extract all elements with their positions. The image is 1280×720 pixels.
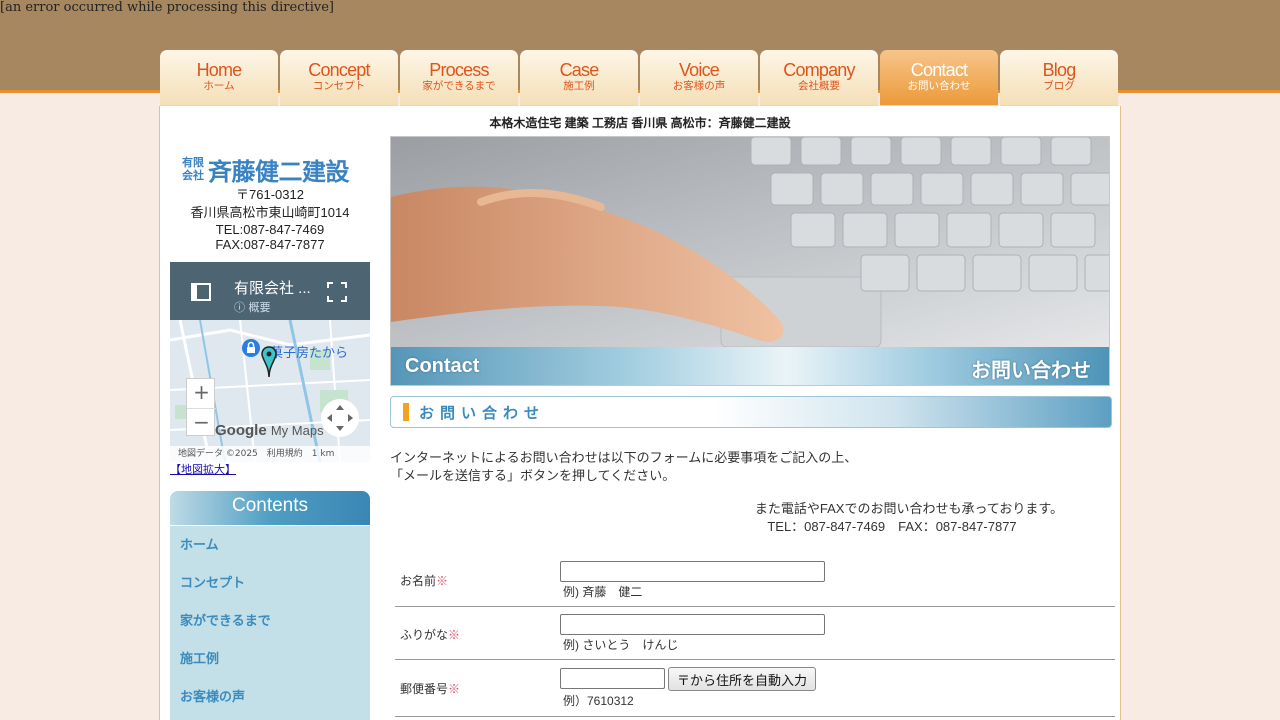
fullscreen-icon[interactable]: [327, 282, 347, 302]
zip-label: 郵便番号※: [400, 680, 460, 697]
hero-title-jp: お問い合わせ: [971, 358, 1091, 382]
embedded-map[interactable]: 有限会社 ... ⓘ 概要 菓子房たから + − Google My Maps …: [170, 262, 370, 462]
contents-menu-item[interactable]: お客様の声: [170, 679, 370, 717]
nav-tab-label: Blog: [1042, 60, 1077, 80]
company-tel: TEL:087-847-7469: [215, 222, 325, 237]
nav-tab-label: Contact: [910, 60, 968, 80]
site-tagline: 本格木造住宅 建築 工務店 香川県 高松市：斉藤健二建設: [489, 116, 791, 130]
map-info[interactable]: ⓘ 概要: [234, 299, 271, 315]
nav-tab-concept[interactable]: Concept コンセプト: [280, 50, 398, 106]
company-fax: FAX:087-847-7877: [215, 237, 325, 252]
nav-tab-sublabel: ブログ: [1043, 80, 1075, 92]
my-maps-label: My Maps: [270, 423, 324, 438]
intro-line-2: 「メールを送信する」ボタンを押してください。: [390, 468, 676, 483]
intro-line-4: TEL：087-847-7469 FAX：087-847-7877: [767, 519, 1017, 534]
company-zip: 〒761-0312: [236, 187, 304, 202]
nav-tab-sublabel: お客様の声: [672, 80, 726, 92]
kana-label-text: ふりがな: [400, 628, 449, 642]
form-row-zip: 郵便番号※ 〒から住所を自動入力 例）7610312: [395, 660, 1115, 717]
contents-menu-item[interactable]: コンセプト: [170, 565, 370, 603]
zip-example: 例）7610312: [563, 694, 634, 708]
company-address: 香川県高松市東山崎町1014: [190, 205, 350, 220]
name-label-text: お名前: [400, 574, 437, 588]
contents-menu: ホーム コンセプト 家ができるまで 施工例 お客様の声: [170, 526, 370, 720]
map-place-label[interactable]: 菓子房たから: [270, 342, 348, 361]
map-pan-icon[interactable]: [320, 398, 360, 438]
nav-tab-blog[interactable]: Blog ブログ: [1000, 50, 1118, 106]
nav-tab-sublabel: ホーム: [203, 80, 235, 92]
name-label: お名前※: [400, 572, 448, 589]
info-icon: ⓘ: [234, 301, 249, 314]
nav-tab-label: Case: [559, 60, 600, 80]
contents-menu-item[interactable]: ホーム: [170, 527, 370, 565]
logo-company-type: 有限会社: [182, 156, 204, 182]
hero-banner: Contact お問い合わせ: [390, 136, 1110, 386]
zip-label-text: 郵便番号: [400, 682, 449, 696]
intro-line-1: インターネットによるお問い合わせは以下のフォームに必要事項をご記入の上、: [390, 450, 858, 465]
contents-heading: Contents: [170, 491, 370, 525]
zip-input[interactable]: [560, 668, 665, 689]
intro-line-3: また電話やFAXでのお問い合わせも承っております。: [754, 501, 1064, 516]
map-brand: Google My Maps: [215, 422, 324, 439]
map-enlarge-link[interactable]: 【地図拡大】: [170, 461, 236, 477]
zoom-in-button[interactable]: +: [187, 379, 216, 408]
name-input[interactable]: [560, 561, 825, 582]
zip-autofill-button[interactable]: 〒から住所を自動入力: [668, 667, 817, 691]
hero-title-en: Contact: [405, 355, 480, 377]
section-title: お問い合わせ: [419, 404, 546, 422]
nav-tab-process[interactable]: Process 家ができるまで: [400, 50, 518, 106]
map-sidebar-icon[interactable]: [190, 281, 212, 303]
form-row-name: お名前※ 例) 斉藤 健二: [395, 554, 1115, 607]
nav-tab-label: Concept: [308, 60, 370, 80]
section-marker: [403, 403, 409, 421]
map-title[interactable]: 有限会社 ...: [234, 277, 311, 298]
map-subtitle: 概要: [248, 301, 271, 314]
hero-caption-band: Contact お問い合わせ: [391, 347, 1109, 385]
required-mark: ※: [448, 682, 461, 696]
keyboard-photo: [391, 137, 1109, 347]
nav-tab-sublabel: 会社概要: [798, 80, 840, 92]
kana-label: ふりがな※: [400, 626, 460, 643]
nav-tab-sublabel: コンセプト: [312, 80, 366, 92]
company-logo[interactable]: 有限会社 斉藤健二建設: [180, 152, 360, 186]
nav-tab-sublabel: 施工例: [563, 80, 595, 92]
map-pin-icon[interactable]: [261, 346, 277, 378]
map-header: 有限会社 ... ⓘ 概要: [170, 262, 370, 320]
nav-tab-label: Process: [429, 60, 489, 80]
nav-tab-contact[interactable]: Contact お問い合わせ: [880, 50, 998, 106]
contents-menu-item[interactable]: 家ができるまで: [170, 603, 370, 641]
map-zoom-control: + −: [186, 378, 216, 437]
required-mark: ※: [448, 628, 461, 642]
nav-tab-sublabel: 家ができるまで: [422, 80, 496, 92]
form-row-kana: ふりがな※ 例) さいとう けんじ: [395, 607, 1115, 660]
lock-marker-icon[interactable]: [242, 339, 260, 357]
main-nav: Home ホーム Concept コンセプト Process 家ができるまで Case 施工例…: [160, 50, 1120, 106]
nav-tab-case[interactable]: Case 施工例: [520, 50, 638, 106]
contents-menu-item[interactable]: 施工例: [170, 641, 370, 679]
section-heading: お問い合わせ: [390, 396, 1112, 428]
nav-tab-company[interactable]: Company 会社概要: [760, 50, 878, 106]
nav-tab-label: Home: [196, 60, 243, 80]
google-logo: Google: [215, 422, 267, 439]
nav-tab-label: Company: [783, 60, 855, 80]
error-message: [an error occurred while processing this…: [0, 0, 334, 15]
nav-tab-label: Voice: [678, 60, 720, 80]
map-footer[interactable]: 地図データ ©2025 利用規約 1 km: [170, 446, 370, 462]
nav-tab-voice[interactable]: Voice お客様の声: [640, 50, 758, 106]
nav-tab-sublabel: お問い合わせ: [907, 80, 971, 92]
kana-example: 例) さいとう けんじ: [563, 638, 679, 652]
nav-tab-home[interactable]: Home ホーム: [160, 50, 278, 106]
kana-input[interactable]: [560, 614, 825, 635]
name-example: 例) 斉藤 健二: [563, 585, 643, 599]
required-mark: ※: [436, 574, 449, 588]
zoom-out-button[interactable]: −: [187, 408, 216, 437]
logo-company-name: 斉藤健二建設: [208, 158, 350, 186]
